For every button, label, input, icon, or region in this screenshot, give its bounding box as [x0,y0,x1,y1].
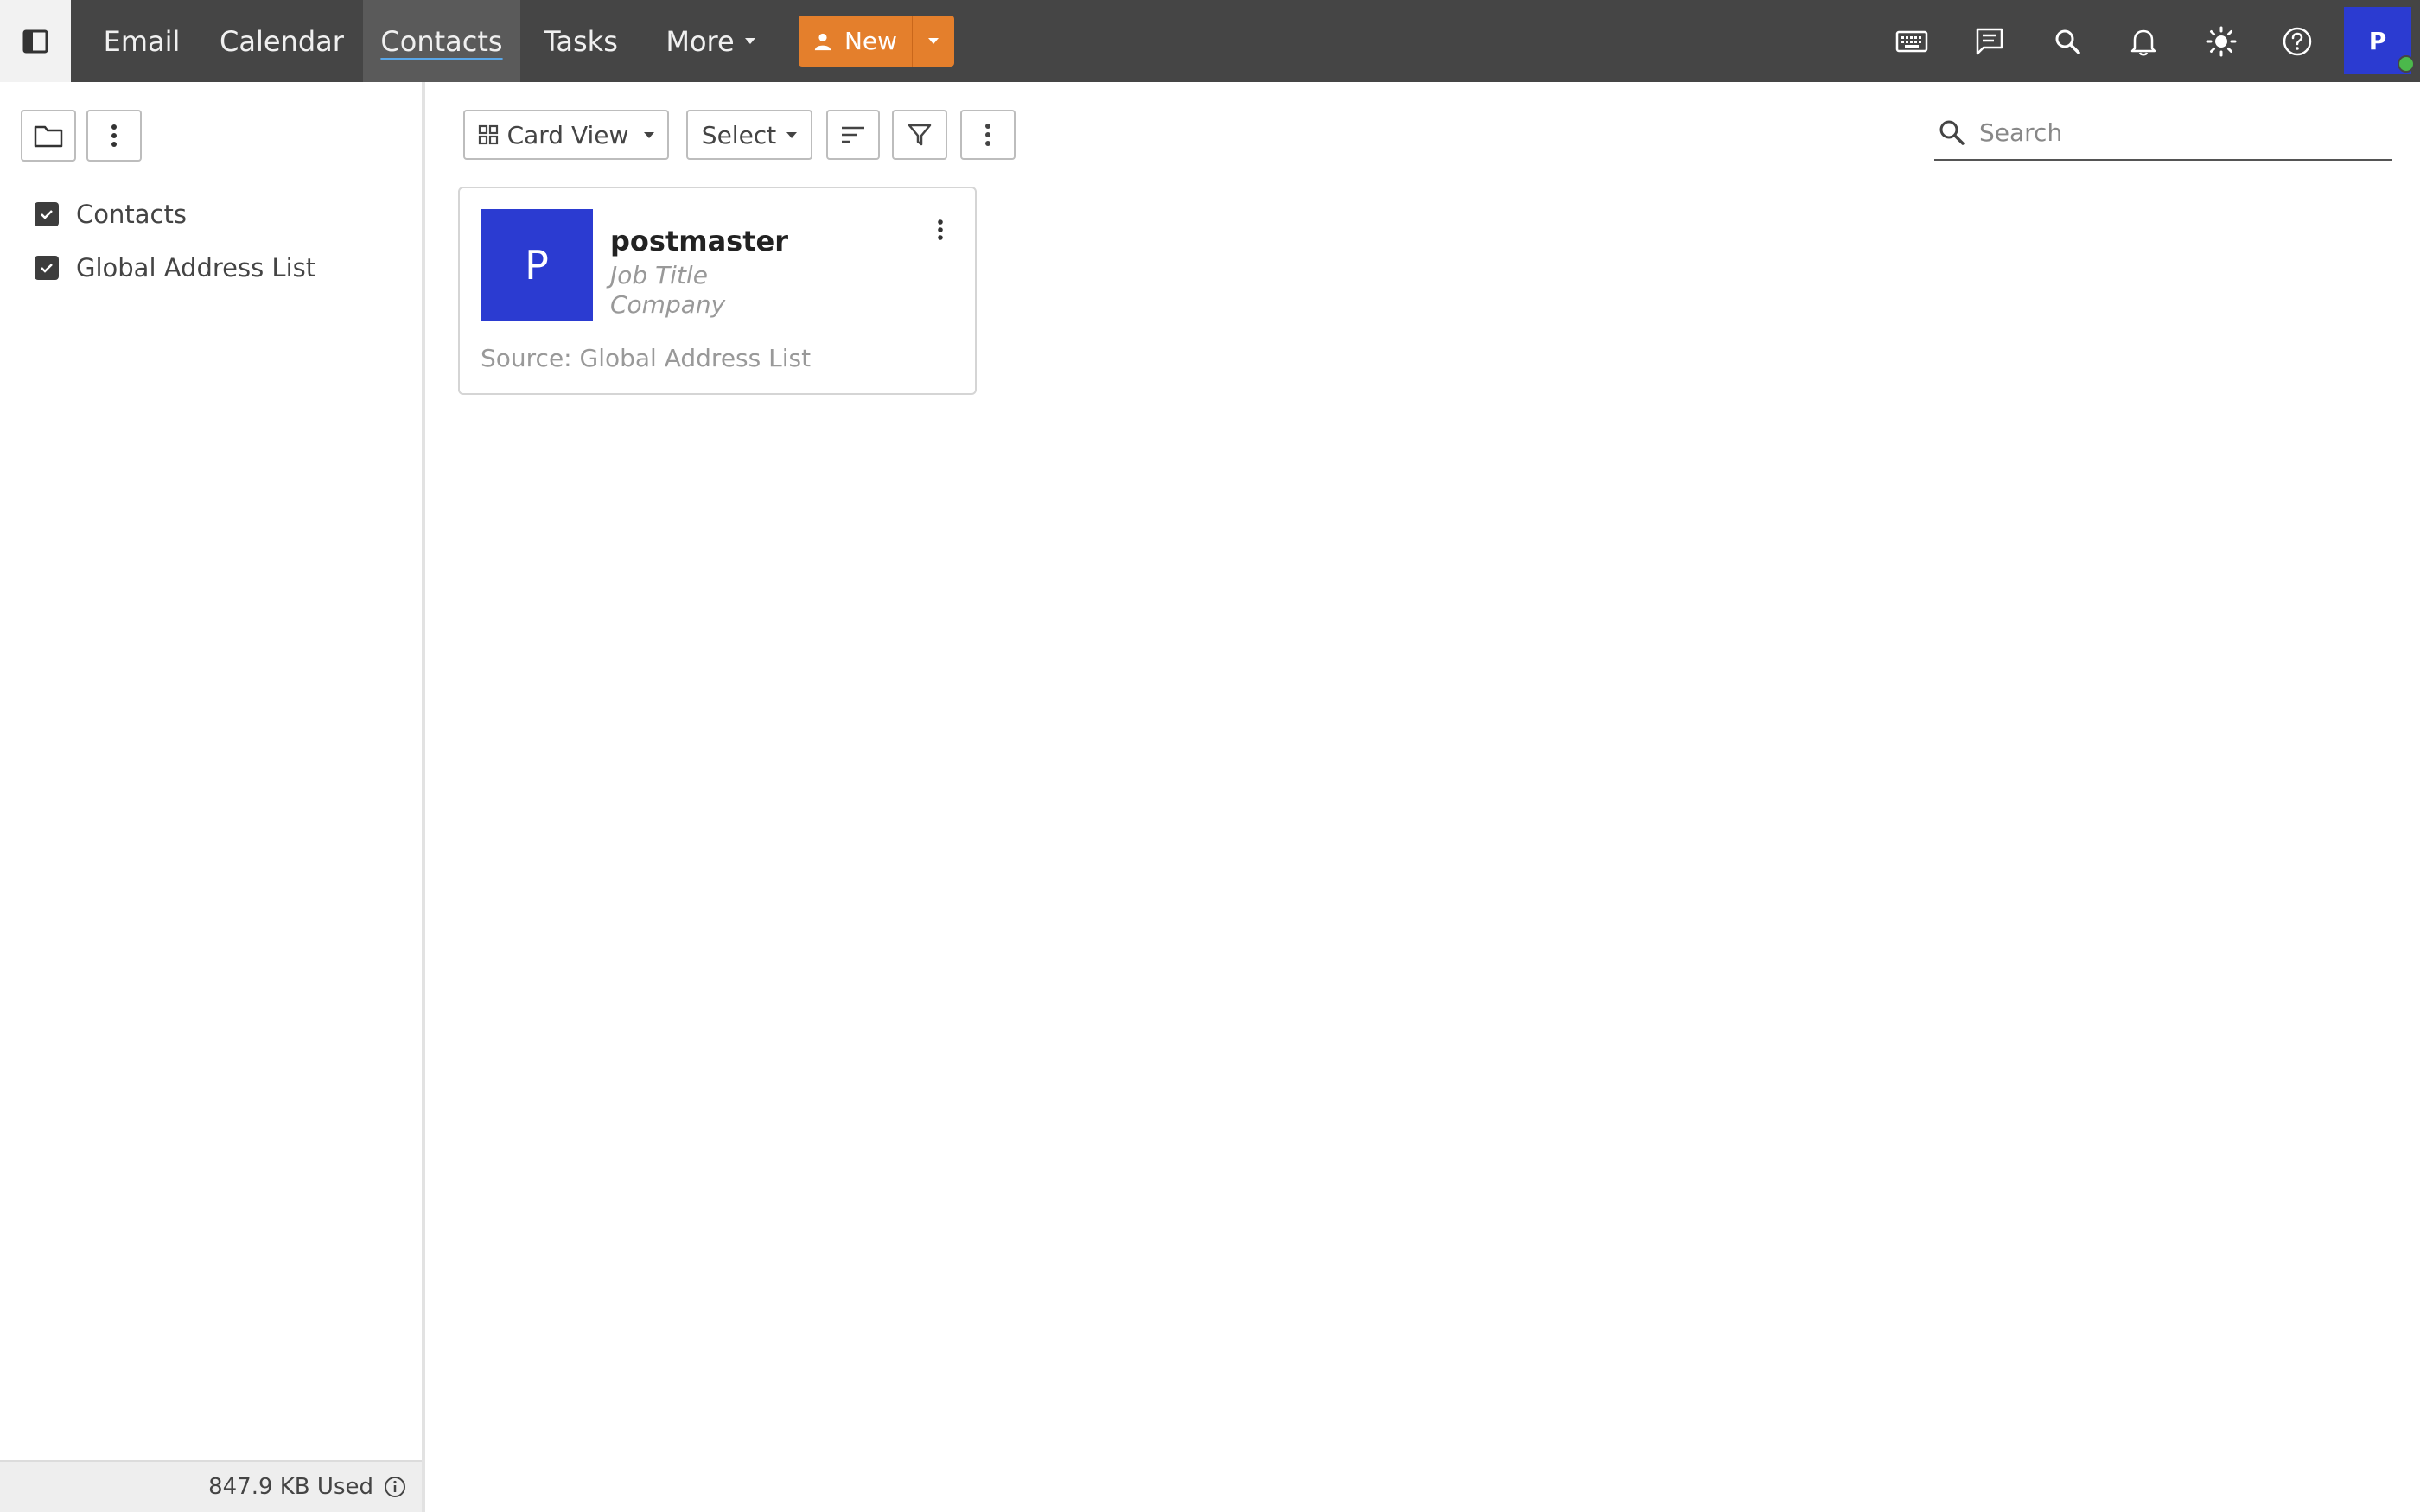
user-avatar-initial: P [2368,26,2387,55]
select-dropdown[interactable]: Select [686,110,812,160]
chevron-down-icon [644,131,655,138]
storage-usage-bar: 847.9 KB Used [0,1460,422,1512]
chat-button[interactable] [1965,17,2014,66]
new-contact-button-group: New [799,16,954,67]
sort-button[interactable] [826,110,880,160]
chat-icon [1976,28,2003,55]
contact-source: Source: Global Address List [481,344,812,372]
sidebar-more-button[interactable] [86,110,142,162]
theme-icon [2206,26,2237,57]
online-status-indicator [2398,55,2415,73]
checkbox[interactable] [35,256,59,280]
sort-icon [842,126,864,143]
contact-search [1934,105,2392,161]
keyboard-shortcuts-button[interactable] [1888,17,1936,66]
new-contact-button[interactable]: New [799,16,913,67]
view-mode-dropdown[interactable]: Card View [463,110,669,160]
search-icon [2055,29,2080,54]
user-avatar[interactable]: P [2344,7,2415,74]
notifications-button[interactable] [2119,17,2168,66]
nav-more-label: More [666,24,735,58]
check-icon [41,210,53,219]
nav-tasks[interactable]: Tasks [529,0,633,82]
nav-calendar[interactable]: Calendar [204,0,360,82]
nav-tasks-label: Tasks [544,24,618,58]
chevron-down-icon [786,131,798,138]
more-vertical-icon [938,219,943,240]
nav-calendar-label: Calendar [220,24,344,58]
top-navigation-bar: Email Calendar Contacts Tasks More New P [0,0,2420,82]
info-icon[interactable] [384,1476,406,1498]
more-vertical-icon [111,124,117,147]
new-dropdown-button[interactable] [913,16,954,67]
theme-toggle-button[interactable] [2197,17,2245,66]
contact-avatar-initial: P [525,242,549,289]
nav-email[interactable]: Email [88,0,195,82]
contact-avatar: P [481,209,593,321]
select-label: Select [701,120,777,149]
filter-button[interactable] [892,110,947,160]
help-button[interactable] [2273,17,2321,66]
nav-more[interactable]: More [650,0,771,82]
filter-icon [908,124,932,146]
checkbox[interactable] [35,202,59,226]
folder-sidebar: Contacts Global Address List 847.9 KB Us… [0,82,425,1512]
folder-item-contacts[interactable]: Contacts [35,200,187,229]
folder-icon [34,125,63,148]
view-mode-label: Card View [506,120,629,149]
check-icon [41,264,53,273]
contact-card-menu-button[interactable] [925,213,956,247]
grid-icon [478,124,498,145]
nav-email-label: Email [103,24,181,58]
new-button-label: New [844,27,898,55]
bell-icon [2130,29,2156,56]
sidebar-toggle-button[interactable] [0,0,71,82]
folders-button[interactable] [21,110,76,162]
toolbar-more-button[interactable] [960,110,1016,160]
sidebar-toggle-icon [22,29,48,53]
contact-name: postmaster [610,225,788,257]
nav-contacts[interactable]: Contacts [363,0,520,82]
folder-label: Global Address List [76,253,316,283]
contact-job-title: Job Title [610,261,708,289]
contact-card[interactable]: P postmaster Job Title Company Source: G… [458,187,977,395]
search-input[interactable] [1979,118,2377,147]
person-icon [814,33,831,50]
chevron-down-icon [928,38,939,44]
folder-item-global-address-list[interactable]: Global Address List [35,253,315,283]
folder-label: Contacts [76,200,187,229]
storage-usage-label: 847.9 KB Used [208,1474,373,1500]
nav-contacts-label: Contacts [380,24,503,58]
search-icon [1939,120,1965,145]
contact-company: Company [610,290,726,319]
help-icon [2283,27,2312,56]
global-search-button[interactable] [2043,17,2092,66]
more-vertical-icon [985,124,990,146]
chevron-down-icon [744,38,755,44]
keyboard-icon [1895,30,1928,53]
